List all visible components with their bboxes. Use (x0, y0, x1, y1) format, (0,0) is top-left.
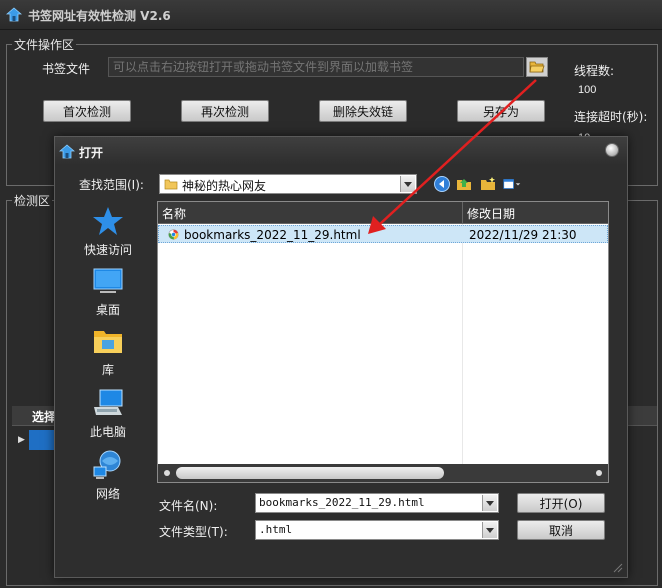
app-logo-icon (59, 144, 75, 159)
open-button[interactable]: 打开(O) (517, 493, 605, 513)
open-file-dialog: 打开 查找范围(I): 神秘的热心网友 快速访问 桌面 库 此电脑 网络 名称 … (54, 136, 628, 578)
file-type-select[interactable]: .html (255, 520, 499, 540)
file-row[interactable]: bookmarks_2022_11_29.html 2022/11/29 21:… (158, 225, 608, 243)
scrollbar-thumb[interactable] (176, 467, 444, 479)
network-icon (92, 449, 124, 481)
place-label: 桌面 (95, 303, 120, 317)
folder-icon (164, 179, 178, 190)
chevron-down-icon[interactable] (482, 522, 497, 538)
place-label: 库 (101, 363, 114, 377)
column-divider (462, 224, 463, 464)
browse-folder-button[interactable] (526, 57, 548, 77)
dialog-titlebar[interactable]: 打开 (55, 137, 627, 165)
file-name: bookmarks_2022_11_29.html (184, 228, 361, 242)
look-in-value: 神秘的热心网友 (182, 179, 267, 193)
chevron-down-icon[interactable] (400, 176, 415, 192)
recheck-button[interactable]: 再次检测 (181, 100, 269, 122)
main-titlebar: 书签网址有效性检测 V2.6 (0, 0, 662, 30)
html-file-icon (168, 229, 179, 240)
close-button[interactable] (605, 143, 619, 157)
look-in-select[interactable]: 神秘的热心网友 (159, 174, 417, 194)
select-column-header[interactable]: 选择 (32, 408, 56, 425)
delete-dead-links-button[interactable]: 删除失效链 (319, 100, 407, 122)
computer-icon (92, 387, 124, 419)
place-network[interactable]: 网络 (77, 449, 139, 502)
place-quick-access[interactable]: 快速访问 (77, 205, 139, 258)
file-name-field[interactable]: bookmarks_2022_11_29.html (255, 493, 499, 513)
app-logo-icon (6, 7, 22, 22)
new-folder-icon[interactable] (479, 175, 497, 193)
back-icon[interactable] (433, 175, 451, 193)
row-pointer-icon: ▶ (18, 435, 25, 445)
file-type-label: 文件类型(T): (159, 525, 228, 539)
bookmark-path-input[interactable] (108, 57, 524, 77)
file-operation-legend: 文件操作区 (12, 36, 77, 53)
chevron-down-icon[interactable] (482, 495, 497, 511)
file-name-value: bookmarks_2022_11_29.html (259, 496, 425, 509)
place-desktop[interactable]: 桌面 (77, 265, 139, 318)
threads-input[interactable] (574, 80, 630, 100)
name-column-header[interactable]: 名称 (158, 202, 462, 224)
star-icon (92, 205, 124, 237)
desktop-icon (92, 265, 124, 297)
resize-grip-icon[interactable] (611, 561, 623, 573)
file-list[interactable]: 名称 修改日期 bookmarks_2022_11_29.html 2022/1… (157, 201, 609, 483)
place-this-pc[interactable]: 此电脑 (77, 387, 139, 440)
bookmark-file-label: 书签文件 (42, 62, 91, 76)
scroll-right-icon[interactable] (596, 470, 602, 476)
place-label: 网络 (95, 487, 120, 501)
threads-label: 线程数: (574, 64, 615, 78)
file-modified-date: 2022/11/29 21:30 (469, 228, 577, 242)
up-folder-icon[interactable] (455, 175, 473, 193)
scroll-left-icon[interactable] (164, 470, 170, 476)
look-in-label: 查找范围(I): (79, 178, 144, 192)
first-check-button[interactable]: 首次检测 (43, 100, 131, 122)
view-menu-icon[interactable] (503, 175, 521, 193)
window-title: 书签网址有效性检测 V2.6 (28, 9, 171, 23)
library-folder-icon (92, 325, 124, 357)
cancel-button[interactable]: 取消 (517, 520, 605, 540)
file-name-label: 文件名(N): (159, 499, 218, 513)
timeout-label: 连接超时(秒): (574, 110, 648, 124)
detect-area-legend: 检测区 (12, 192, 53, 209)
horizontal-scrollbar[interactable] (158, 464, 608, 482)
open-folder-icon (529, 61, 545, 73)
place-libraries[interactable]: 库 (77, 325, 139, 378)
dialog-title: 打开 (79, 146, 104, 160)
place-label: 此电脑 (89, 425, 126, 439)
place-label: 快速访问 (83, 243, 132, 257)
save-as-button[interactable]: 另存为 (457, 100, 545, 122)
modified-column-header[interactable]: 修改日期 (462, 202, 608, 224)
file-type-value: .html (259, 523, 293, 536)
